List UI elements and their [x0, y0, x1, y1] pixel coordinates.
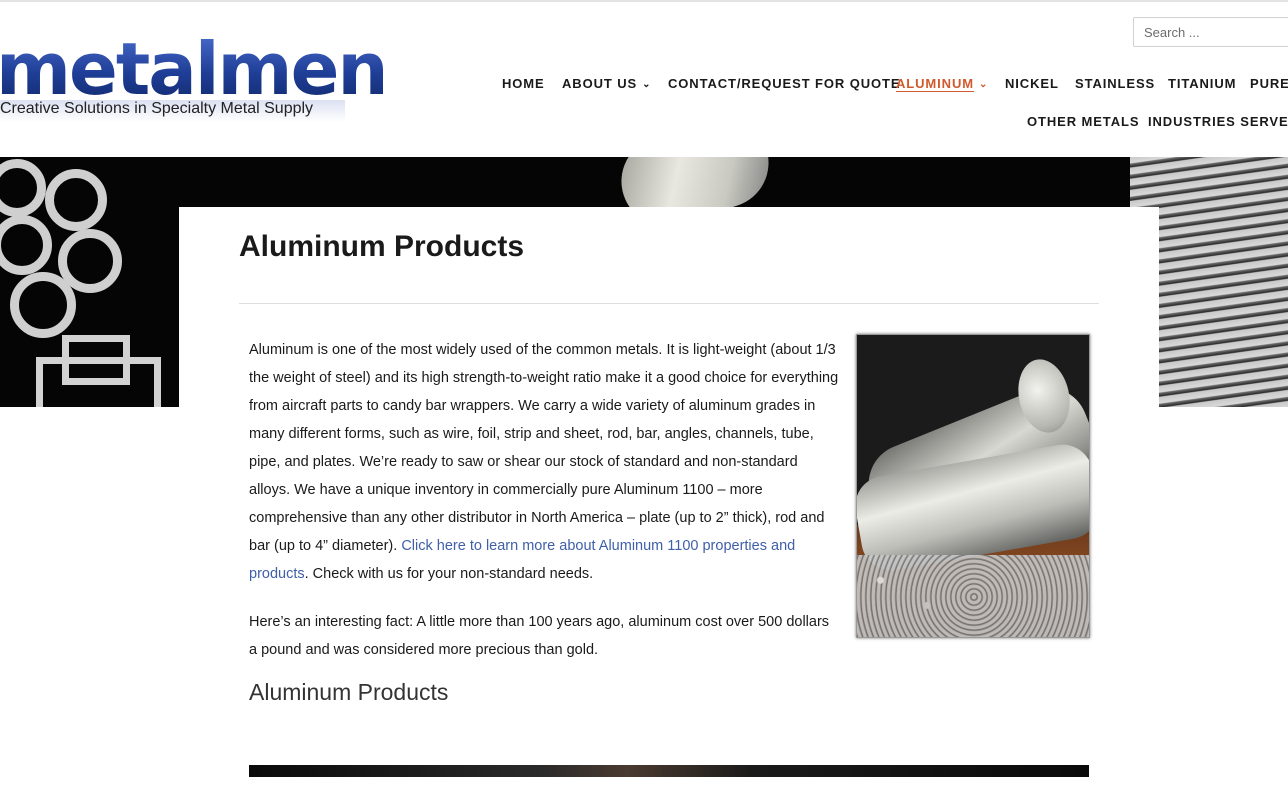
nav-item-label: PURE: [1250, 76, 1288, 91]
nav-item-other-metals[interactable]: OTHER METALS: [1027, 114, 1139, 129]
logo-tagline: Creative Solutions in Specialty Metal Su…: [0, 100, 314, 117]
nav-item-label: STAINLESS: [1075, 76, 1156, 91]
fact-paragraph: Here’s an interesting fact: A little mor…: [249, 614, 830, 658]
nav-item-home[interactable]: HOME: [502, 76, 545, 91]
title-divider: [239, 303, 1099, 304]
nav-item-label: INDUSTRIES SERVED: [1148, 114, 1288, 129]
search-input[interactable]: [1133, 17, 1288, 47]
top-border: [0, 0, 1288, 2]
nav-item-pure[interactable]: PURE: [1250, 76, 1288, 91]
page-title: Aluminum Products: [239, 230, 525, 263]
chevron-down-icon: ⌄: [642, 79, 652, 90]
intro-paragraph: Aluminum is one of the most widely used …: [249, 336, 839, 588]
tube-shape: [0, 215, 52, 275]
intro-tail-text: . Check with us for your non-standard ne…: [304, 566, 594, 582]
rect-tube-shape: [36, 357, 161, 407]
chevron-down-icon: ⌄: [978, 79, 989, 90]
nav-item-label: HOME: [502, 76, 545, 91]
tube-shape: [45, 169, 107, 231]
intro-text: Aluminum is one of the most widely used …: [249, 342, 839, 554]
nav-item-titanium[interactable]: TITANIUM: [1168, 76, 1236, 91]
nav-item-stainless[interactable]: STAINLESS: [1075, 76, 1155, 91]
nav-item-contact[interactable]: CONTACT/REQUEST FOR QUOTE: [668, 76, 900, 91]
nav-item-label: ABOUT US: [562, 76, 638, 91]
nav-item-about-us[interactable]: ABOUT US ⌄: [562, 76, 651, 91]
nav-item-label: TITANIUM: [1168, 76, 1237, 91]
nav-item-label: OTHER METALS: [1027, 114, 1140, 129]
tube-shape: [0, 159, 46, 217]
content-card: Aluminum Products Aluminum is one of the…: [179, 207, 1159, 807]
nav-item-nickel[interactable]: NICKEL: [1005, 76, 1059, 91]
logo-wordmark: metalmen: [0, 30, 389, 108]
nav-item-industries-served[interactable]: INDUSTRIES SERVED: [1148, 114, 1288, 129]
section-heading: Aluminum Products: [249, 679, 449, 705]
nav-item-label: CONTACT/REQUEST FOR QUOTE: [668, 76, 901, 91]
nav-item-aluminum[interactable]: ALUMINUM ⌄: [896, 76, 988, 91]
aluminum-bars-photo: [856, 334, 1090, 638]
product-image-strip: [249, 765, 1089, 777]
site-logo[interactable]: metalmen Creative Solutions in Specialty…: [0, 30, 389, 130]
tube-shape: [10, 272, 76, 338]
nav-item-label: ALUMINUM: [896, 76, 974, 91]
photo-metal-shavings: [857, 555, 1089, 637]
nav-item-label: NICKEL: [1005, 76, 1059, 91]
